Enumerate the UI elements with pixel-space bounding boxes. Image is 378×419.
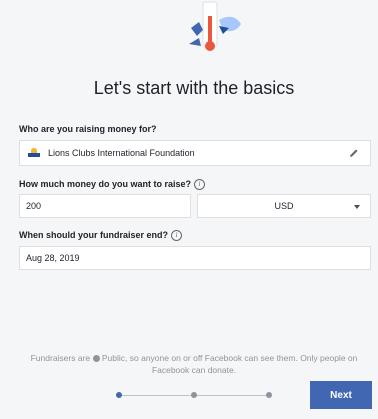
step-dot-1 [116,392,122,398]
step-dot-2 [191,392,197,398]
end-date-input[interactable]: Aug 28, 2019 [19,246,371,270]
end-date-value: Aug 28, 2019 [26,253,80,263]
fundraiser-setup-card: Let's start with the basics Who are you … [17,0,371,344]
amount-input[interactable]: 200 [19,194,191,218]
end-date-label: When should your fundraiser end? i [19,230,183,242]
next-button[interactable]: Next [310,381,372,409]
organization-logo [28,148,40,158]
step-dot-3 [266,392,272,398]
fundraiser-illustration [189,1,241,51]
info-icon[interactable]: i [194,179,206,191]
recipient-value: Lions Clubs International Foundation [48,148,195,158]
privacy-note: Fundraisers are Public, so anyone on or … [30,353,358,375]
recipient-field[interactable]: Lions Clubs International Foundation [19,140,371,166]
amount-label: How much money do you want to raise? i [19,179,206,191]
recipient-label: Who are you raising money for? [19,124,157,134]
amount-value: 200 [26,201,42,211]
page-title: Let's start with the basics [93,78,295,98]
chevron-down-icon [354,205,360,209]
info-icon[interactable]: i [171,230,183,242]
currency-select[interactable]: USD [197,194,371,218]
currency-value: USD [274,201,294,211]
step-progress [116,391,272,399]
globe-icon [92,355,100,362]
pencil-icon[interactable] [348,147,360,159]
